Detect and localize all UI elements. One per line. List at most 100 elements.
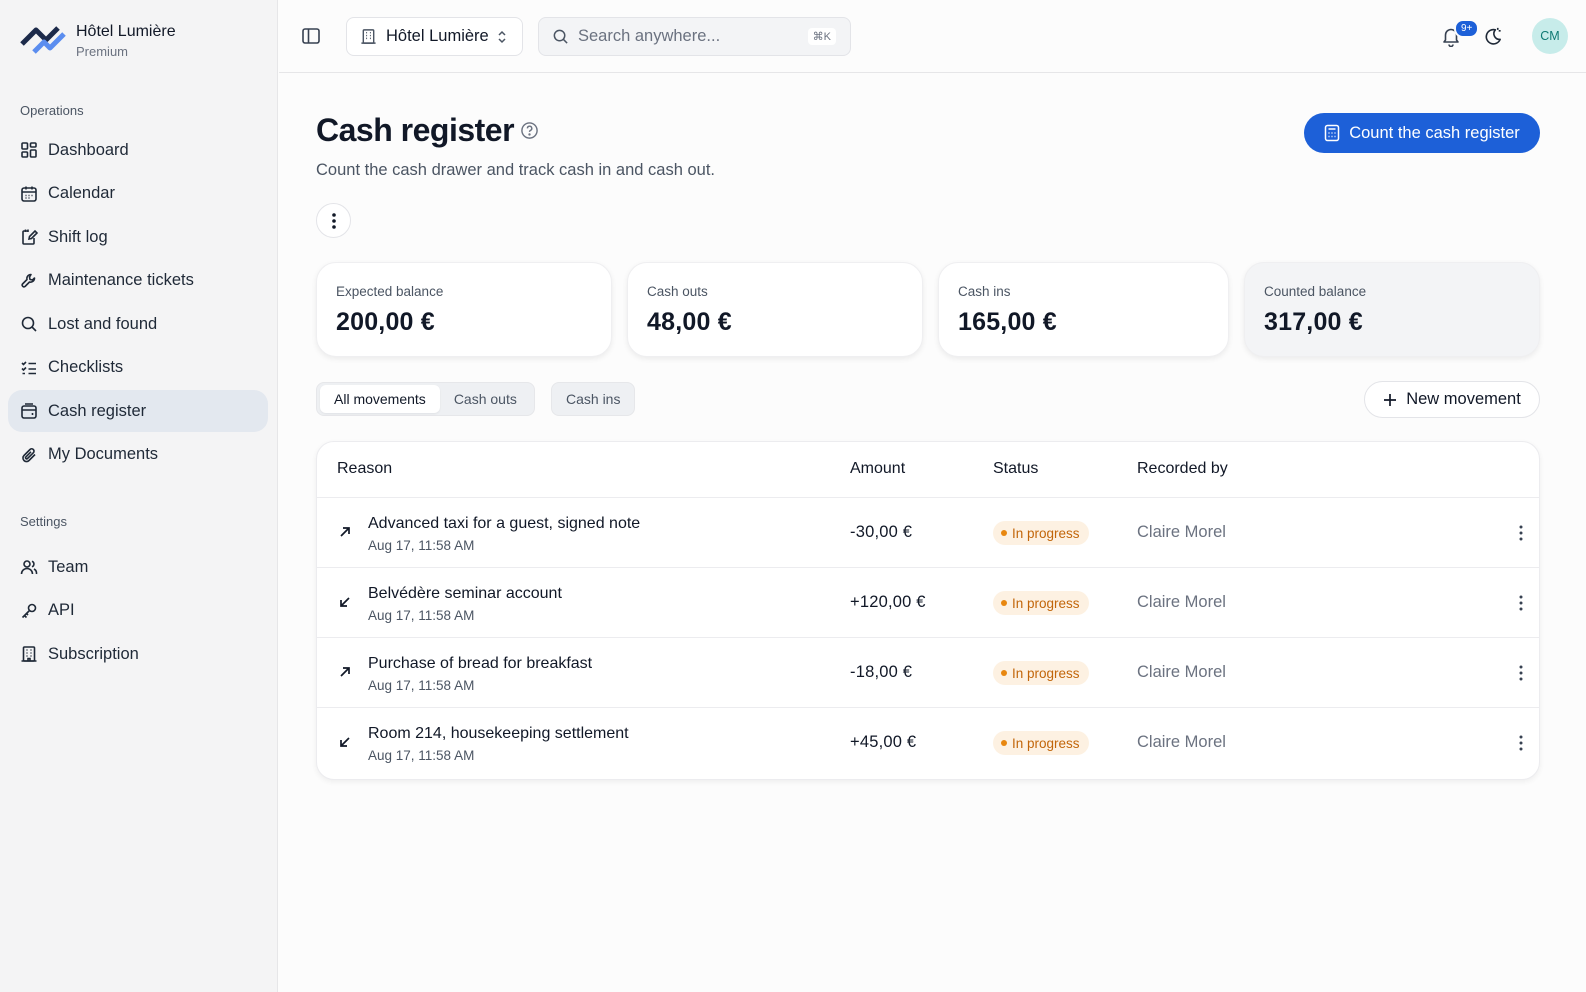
chevron-up-down-icon — [498, 30, 506, 44]
sidebar-item-label: API — [48, 601, 75, 619]
movement-tabs: All movements Cash outs — [316, 382, 535, 416]
table-row[interactable]: Advanced taxi for a guest, signed note A… — [317, 498, 1539, 568]
row-reason: Advanced taxi for a guest, signed note — [368, 515, 641, 532]
help-icon[interactable] — [520, 121, 539, 140]
status-badge: In progress — [993, 521, 1089, 545]
table-row[interactable]: Belvédère seminar account Aug 17, 11:58 … — [317, 568, 1539, 638]
sidebar-item-cash-register[interactable]: Cash register — [8, 390, 268, 432]
building-icon — [21, 646, 37, 662]
table-row[interactable]: Room 214, housekeeping settlement Aug 17… — [317, 708, 1539, 778]
notification-badge: 9+ — [1454, 19, 1480, 38]
status-text: In progress — [1012, 525, 1080, 541]
sidebar-item-shift-log[interactable]: Shift log — [8, 216, 268, 258]
column-header-reason[interactable]: Reason — [337, 460, 392, 478]
section-label-settings: Settings — [20, 514, 67, 529]
table-header: Reason Amount Status Recorded by — [317, 442, 1539, 498]
key-icon — [21, 603, 37, 618]
theme-toggle-icon[interactable] — [1482, 26, 1503, 47]
sidebar-item-label: Team — [48, 557, 89, 576]
stat-label: Cash ins — [958, 284, 1011, 299]
tab-cash-ins[interactable]: Cash ins — [551, 382, 636, 416]
arrow-up-right-icon — [340, 527, 350, 537]
paperclip-icon — [22, 447, 36, 462]
stat-value: 165,00 € — [958, 308, 1057, 336]
column-header-amount[interactable]: Amount — [850, 460, 905, 478]
stat-label: Expected balance — [336, 284, 444, 299]
cash-register-icon — [21, 403, 37, 419]
column-header-status[interactable]: Status — [993, 460, 1038, 478]
row-amount: +45,00 € — [850, 733, 917, 751]
page-title: Cash register — [316, 112, 515, 148]
row-date: Aug 17, 11:58 AM — [368, 538, 475, 553]
row-reason: Room 214, housekeeping settlement — [368, 725, 629, 742]
page-actions-button[interactable] — [316, 203, 351, 238]
tab-cash-outs[interactable]: Cash outs — [440, 385, 531, 413]
status-dot — [1001, 670, 1007, 676]
more-vertical-icon[interactable] — [1513, 593, 1529, 613]
calendar-icon — [21, 186, 37, 202]
row-reason: Belvédère seminar account — [368, 585, 562, 602]
sidebar-item-dashboard[interactable]: Dashboard — [8, 129, 268, 171]
status-badge: In progress — [993, 731, 1089, 755]
stat-card-cash-ins: Cash ins 165,00 € — [938, 262, 1229, 357]
sidebar-item-team[interactable]: Team — [8, 546, 268, 588]
count-cash-register-button[interactable]: Count the cash register — [1304, 113, 1540, 153]
sidebar: Hôtel Lumière Premium Operations Dashboa… — [0, 0, 278, 992]
stat-card-cash-outs: Cash outs 48,00 € — [627, 262, 923, 357]
row-date: Aug 17, 11:58 AM — [368, 748, 475, 763]
sidebar-item-lost-and-found[interactable]: Lost and found — [8, 303, 268, 345]
search-icon — [21, 316, 37, 332]
sidebar-item-label: Checklists — [48, 358, 124, 376]
sidebar-item-label: Dashboard — [48, 140, 129, 159]
search-icon — [553, 29, 568, 44]
search-shortcut: ⌘K — [807, 28, 836, 45]
calculator-icon — [1324, 124, 1340, 142]
column-header-recorded-by[interactable]: Recorded by — [1137, 460, 1228, 478]
tab-all-movements[interactable]: All movements — [320, 385, 440, 413]
brand-name: Hôtel Lumière — [76, 23, 176, 40]
shift-log-icon — [22, 229, 38, 245]
sidebar-item-label: My Documents — [48, 445, 159, 463]
more-vertical-icon[interactable] — [1513, 663, 1529, 683]
table-row[interactable]: Purchase of bread for breakfast Aug 17, … — [317, 638, 1539, 708]
status-text: In progress — [1012, 665, 1080, 681]
sidebar-item-checklists[interactable]: Checklists — [8, 347, 268, 389]
movements-table: Reason Amount Status Recorded by Advance… — [316, 441, 1540, 780]
status-badge: In progress — [993, 591, 1089, 615]
row-reason: Purchase of bread for breakfast — [368, 655, 593, 672]
search-input[interactable] — [578, 27, 803, 46]
sidebar-item-label: Calendar — [48, 184, 115, 202]
settings-nav: Team API Subscription — [8, 546, 268, 677]
arrow-up-right-icon — [340, 667, 350, 677]
avatar[interactable]: CM — [1532, 18, 1568, 54]
more-vertical-icon — [331, 212, 336, 229]
more-vertical-icon[interactable] — [1513, 733, 1529, 753]
hotel-select[interactable]: Hôtel Lumière — [346, 17, 523, 56]
sidebar-toggle-icon[interactable] — [301, 26, 321, 46]
arrow-down-left-icon — [340, 737, 350, 747]
sidebar-item-api[interactable]: API — [8, 590, 268, 632]
new-movement-label: New movement — [1406, 390, 1521, 408]
stat-label: Cash outs — [647, 284, 708, 299]
sidebar-item-calendar[interactable]: Calendar — [8, 173, 268, 215]
sidebar-item-my-documents[interactable]: My Documents — [8, 434, 268, 476]
sidebar-item-maintenance-tickets[interactable]: Maintenance tickets — [8, 260, 268, 302]
stat-value: 200,00 € — [336, 308, 435, 336]
search-box[interactable]: ⌘K — [538, 17, 851, 56]
plus-icon — [1384, 393, 1397, 406]
sidebar-item-subscription[interactable]: Subscription — [8, 633, 268, 675]
brand[interactable]: Hôtel Lumière Premium — [20, 22, 176, 59]
row-recorded-by: Claire Morel — [1137, 593, 1226, 611]
row-date: Aug 17, 11:58 AM — [368, 608, 475, 623]
more-vertical-icon[interactable] — [1513, 523, 1529, 543]
count-cash-register-label: Count the cash register — [1349, 123, 1520, 142]
status-dot — [1001, 740, 1007, 746]
sidebar-item-label: Shift log — [48, 227, 108, 246]
wrench-icon — [21, 273, 36, 288]
stat-value: 317,00 € — [1264, 308, 1363, 336]
dashboard-icon — [21, 142, 37, 158]
hotel-icon — [361, 29, 376, 44]
new-movement-button[interactable]: New movement — [1364, 381, 1540, 418]
row-recorded-by: Claire Morel — [1137, 663, 1226, 681]
topbar: Hôtel Lumière ⌘K 9+ CM — [279, 0, 1586, 73]
